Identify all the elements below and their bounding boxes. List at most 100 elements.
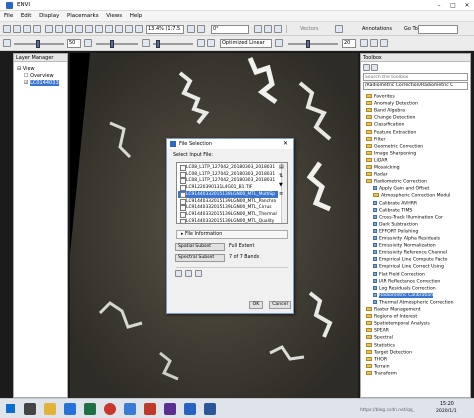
app-icon[interactable]	[124, 403, 136, 415]
toolbox-item[interactable]: Emissivity Alpha Residuals	[373, 236, 440, 242]
open-file-icon[interactable]: ▤	[279, 164, 284, 170]
toolbox-item[interactable]: Band Algebra	[366, 108, 405, 114]
file-information-toggle[interactable]: ▸ File Information	[176, 230, 288, 239]
menu-help[interactable]: Help	[130, 13, 143, 19]
stretch-slider[interactable]	[288, 43, 338, 45]
interpolation-combo[interactable]: Optimized Linear	[220, 39, 272, 48]
envi-task-icon[interactable]	[184, 403, 196, 415]
toolbox-item[interactable]: THOR	[366, 356, 387, 363]
toolbox-item[interactable]: Anomaly Detection	[366, 101, 418, 107]
toolbox-item[interactable]: Thermal Atmospheric Correction	[373, 299, 454, 306]
zoom-combo[interactable]: 13.4% (1:7.5	[146, 25, 184, 34]
stretch-slider-handle[interactable]	[306, 40, 310, 48]
dataset-icon[interactable]: ≡	[279, 191, 283, 197]
toolbox-item[interactable]: Calibrate TIMS	[373, 207, 412, 214]
mail-icon[interactable]	[64, 403, 76, 415]
zoom-out-icon[interactable]	[95, 25, 103, 33]
annotations-dropdown[interactable]: Annotations	[362, 26, 392, 32]
menu-display[interactable]: Display	[39, 13, 59, 19]
toolbox-item[interactable]: Flat Field Correction	[373, 271, 425, 278]
cancel-button[interactable]: Cancel	[269, 301, 291, 309]
spectral-subset-button[interactable]: Spectral Subset	[175, 254, 225, 262]
pan-icon[interactable]	[55, 25, 63, 33]
measure-icon[interactable]	[274, 25, 282, 33]
rotate-right-icon[interactable]	[197, 25, 205, 33]
goto-input[interactable]	[418, 25, 458, 34]
portal-icon[interactable]	[360, 39, 368, 47]
filter-icon[interactable]: ▼	[279, 182, 283, 188]
toolbox-item[interactable]: Emissivity Normalization	[373, 243, 436, 249]
toolbox-item[interactable]: Mosaicking	[366, 165, 400, 171]
histogram-icon[interactable]	[207, 39, 215, 47]
link-views-icon[interactable]	[380, 39, 388, 47]
toolbox-item[interactable]: Image Sharpening	[366, 150, 416, 157]
close-button[interactable]: ✕	[460, 1, 474, 10]
menu-views[interactable]: Views	[106, 13, 122, 19]
fly-icon[interactable]	[65, 25, 73, 33]
open-icon[interactable]	[3, 25, 11, 33]
contrast-value[interactable]: 50	[67, 39, 81, 48]
rotation-combo[interactable]: 0°	[211, 25, 249, 34]
toolbox-item[interactable]: SPEAR	[366, 328, 389, 334]
roi-icon[interactable]	[264, 25, 272, 33]
toolbox-item[interactable]: Filter	[366, 136, 385, 143]
folder-open-icon[interactable]	[185, 270, 192, 277]
chip-icon[interactable]	[370, 39, 378, 47]
search-icon[interactable]	[24, 403, 36, 415]
layer-icon[interactable]	[23, 25, 31, 33]
toolbox-item[interactable]: Log Residuals Correction	[373, 285, 436, 292]
fixed-zoom-icon[interactable]	[105, 25, 113, 33]
dialog-close-icon[interactable]: ✕	[283, 140, 288, 147]
sharpen-slider[interactable]	[96, 43, 138, 45]
transparency-slider-handle[interactable]	[156, 40, 160, 48]
sharpen-slider-handle[interactable]	[110, 40, 114, 48]
toolbox-item[interactable]: IAR Reflectance Correction	[373, 278, 440, 285]
stretch-apply-icon[interactable]	[275, 39, 283, 47]
data-manager-icon[interactable]	[13, 25, 21, 33]
file-explorer-icon[interactable]	[44, 403, 56, 415]
rotate-left-icon[interactable]	[187, 25, 195, 33]
toolbox-item[interactable]: Dark Subtraction	[373, 221, 418, 228]
menu-placemarks[interactable]: Placemarks	[67, 13, 99, 19]
ppt-icon[interactable]	[144, 403, 156, 415]
toolbox-item[interactable]: Apply Gain and Offset	[373, 186, 429, 192]
toolbox-item[interactable]: Spatiotemporal Analysis	[366, 321, 430, 327]
toolbox-item[interactable]: Statistics	[366, 342, 395, 349]
chrome-icon[interactable]	[104, 403, 116, 415]
toolbox-item[interactable]: Atmospheric Correction Modul	[373, 193, 450, 199]
toolbox-favorite-icon[interactable]	[363, 64, 370, 71]
onenote-icon[interactable]	[164, 403, 176, 415]
toolbox-item[interactable]: Spectral	[366, 335, 393, 341]
menu-file[interactable]: File	[4, 13, 13, 19]
stretch-icon[interactable]	[197, 39, 205, 47]
crosshair-icon[interactable]	[135, 25, 143, 33]
brightness-slider-handle[interactable]	[36, 40, 40, 48]
reset-icon[interactable]	[125, 25, 133, 33]
stretch-value[interactable]: 20	[342, 39, 356, 48]
options-icon[interactable]	[175, 270, 182, 277]
toolbox-item[interactable]: Transform	[366, 370, 397, 377]
toolbox-item[interactable]: Emissivity Reference Channel	[373, 250, 447, 256]
minimize-button[interactable]: –	[432, 1, 446, 10]
vector-edit-icon[interactable]	[335, 25, 343, 33]
annotation-tool-icon[interactable]	[254, 25, 262, 33]
layer-tree-image[interactable]: ☑ LC0144033	[24, 80, 59, 87]
toolbox-item[interactable]: Classification	[366, 122, 404, 128]
toolbox-collapse-icon[interactable]	[371, 64, 378, 71]
toolbox-item[interactable]: Radiometric Calibration	[373, 292, 434, 299]
toolbox-item[interactable]: EFFORT Polishing	[373, 228, 418, 235]
toolbox-item[interactable]: Radar	[366, 172, 388, 178]
menu-edit[interactable]: Edit	[21, 13, 32, 19]
toolbox-item[interactable]: Feature Extraction	[366, 129, 416, 136]
full-extent-icon[interactable]	[115, 25, 123, 33]
toolbox-search-input[interactable]	[363, 73, 468, 81]
windows-start-icon[interactable]	[6, 404, 15, 413]
maximize-button[interactable]: □	[446, 1, 460, 10]
zoom-in-icon[interactable]	[85, 25, 93, 33]
toolbox-item[interactable]: Calibrate AVHRR	[373, 200, 417, 207]
mask-icon[interactable]	[195, 270, 202, 277]
toolbox-item[interactable]: Cross-Track Illumination Cor	[373, 214, 443, 221]
toolbox-path-field[interactable]: /Radiometric Correction/Radiometric C	[363, 82, 468, 90]
toolbox-item[interactable]: LiDAR	[366, 157, 388, 164]
rotate-icon[interactable]	[75, 25, 83, 33]
